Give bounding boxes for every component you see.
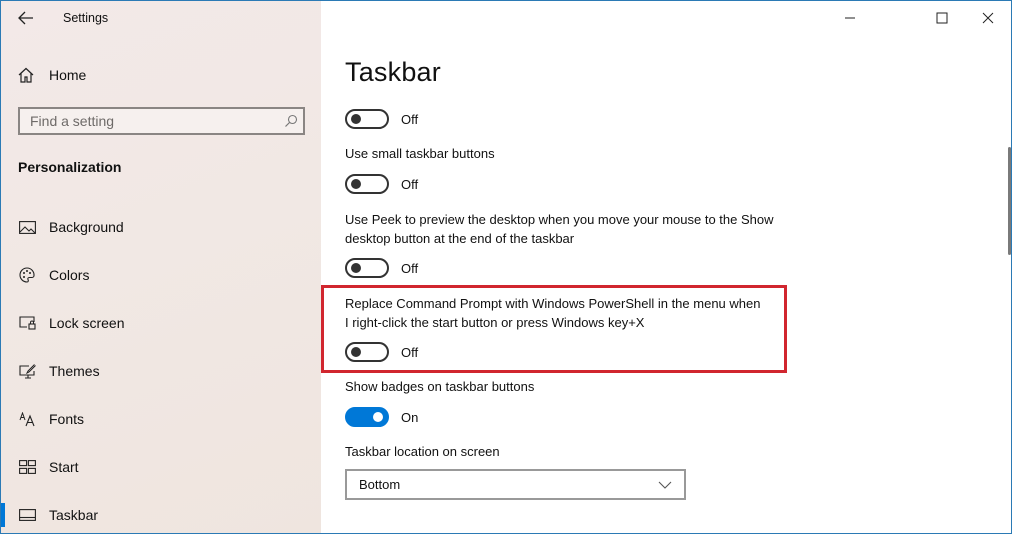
app-title: Settings	[63, 11, 109, 25]
page-title: Taskbar	[345, 57, 441, 87]
main-content: Taskbar Off Use small taskbar buttons Of…	[321, 1, 1011, 533]
sidebar-item-home[interactable]: Home	[15, 61, 305, 89]
maximize-button[interactable]	[919, 1, 965, 35]
powershell-toggle-row[interactable]: Off	[345, 341, 418, 363]
toggle-state: Off	[401, 176, 419, 192]
sidebar-item-taskbar[interactable]: Taskbar	[1, 495, 321, 533]
toggle-switch[interactable]	[345, 342, 389, 362]
close-button[interactable]	[965, 1, 1011, 35]
sidebar-item-label: Background	[49, 219, 124, 235]
search-box[interactable]	[18, 107, 305, 135]
search-icon[interactable]	[279, 114, 303, 128]
sidebar-item-label: Start	[49, 459, 79, 475]
chevron-down-icon	[658, 481, 672, 489]
back-button[interactable]	[13, 5, 39, 31]
sidebar-item-label: Colors	[49, 267, 90, 283]
setting-label-peek: Use Peek to preview the desktop when you…	[345, 212, 774, 246]
fonts-icon	[18, 411, 36, 427]
home-icon	[18, 67, 34, 83]
sidebar-item-colors[interactable]: Colors	[1, 255, 321, 295]
palette-icon	[18, 267, 36, 283]
sidebar-item-lock-screen[interactable]: Lock screen	[1, 303, 321, 343]
home-label: Home	[49, 67, 87, 83]
section-title: Personalization	[18, 159, 122, 175]
sidebar-item-background[interactable]: Background	[1, 207, 321, 247]
dropdown-value: Bottom	[359, 477, 401, 492]
picture-icon	[18, 219, 36, 235]
toggle-state: Off	[401, 260, 419, 276]
search-input[interactable]	[30, 113, 279, 129]
badges-toggle-row[interactable]: On	[345, 406, 418, 428]
close-icon	[982, 12, 994, 24]
taskbar-location-dropdown[interactable]: Bottom	[345, 469, 686, 500]
sidebar-item-start[interactable]: Start	[1, 447, 321, 487]
setting-label-small-buttons: Use small taskbar buttons	[345, 146, 495, 161]
sidebar-item-label: Fonts	[49, 411, 85, 427]
small-buttons-toggle-row[interactable]: Off	[345, 173, 418, 195]
maximize-icon	[936, 12, 948, 24]
toggle-switch[interactable]	[345, 174, 389, 194]
minimize-icon	[845, 17, 855, 19]
toggle-switch[interactable]	[345, 109, 389, 129]
settings-window: Settings Home Personalization Background	[0, 0, 1012, 534]
themes-icon	[18, 363, 36, 379]
setting-label-location: Taskbar location on screen	[345, 444, 500, 459]
setting-label-badges: Show badges on taskbar buttons	[345, 379, 535, 394]
back-arrow-icon	[18, 11, 33, 25]
sidebar-item-fonts[interactable]: Fonts	[1, 399, 321, 439]
sidebar-item-themes[interactable]: Themes	[1, 351, 321, 391]
toggle-state: Off	[401, 111, 419, 127]
setting-toggle-0[interactable]: Off	[345, 108, 418, 130]
start-icon	[18, 459, 36, 475]
toggle-switch[interactable]	[345, 258, 389, 278]
sidebar-item-label: Themes	[49, 363, 100, 379]
taskbar-icon	[18, 507, 36, 523]
toggle-state: On	[401, 409, 419, 425]
setting-label-powershell: Replace Command Prompt with Windows Powe…	[345, 296, 761, 330]
sidebar-item-label: Lock screen	[49, 315, 125, 331]
sidebar: Settings Home Personalization Background	[1, 1, 321, 533]
scrollbar[interactable]	[1008, 147, 1011, 255]
minimize-button[interactable]	[827, 1, 873, 35]
toggle-state: Off	[401, 344, 419, 360]
toggle-switch[interactable]	[345, 407, 389, 427]
sidebar-item-label: Taskbar	[49, 507, 99, 523]
peek-toggle-row[interactable]: Off	[345, 257, 418, 279]
lock-screen-icon	[18, 315, 36, 331]
